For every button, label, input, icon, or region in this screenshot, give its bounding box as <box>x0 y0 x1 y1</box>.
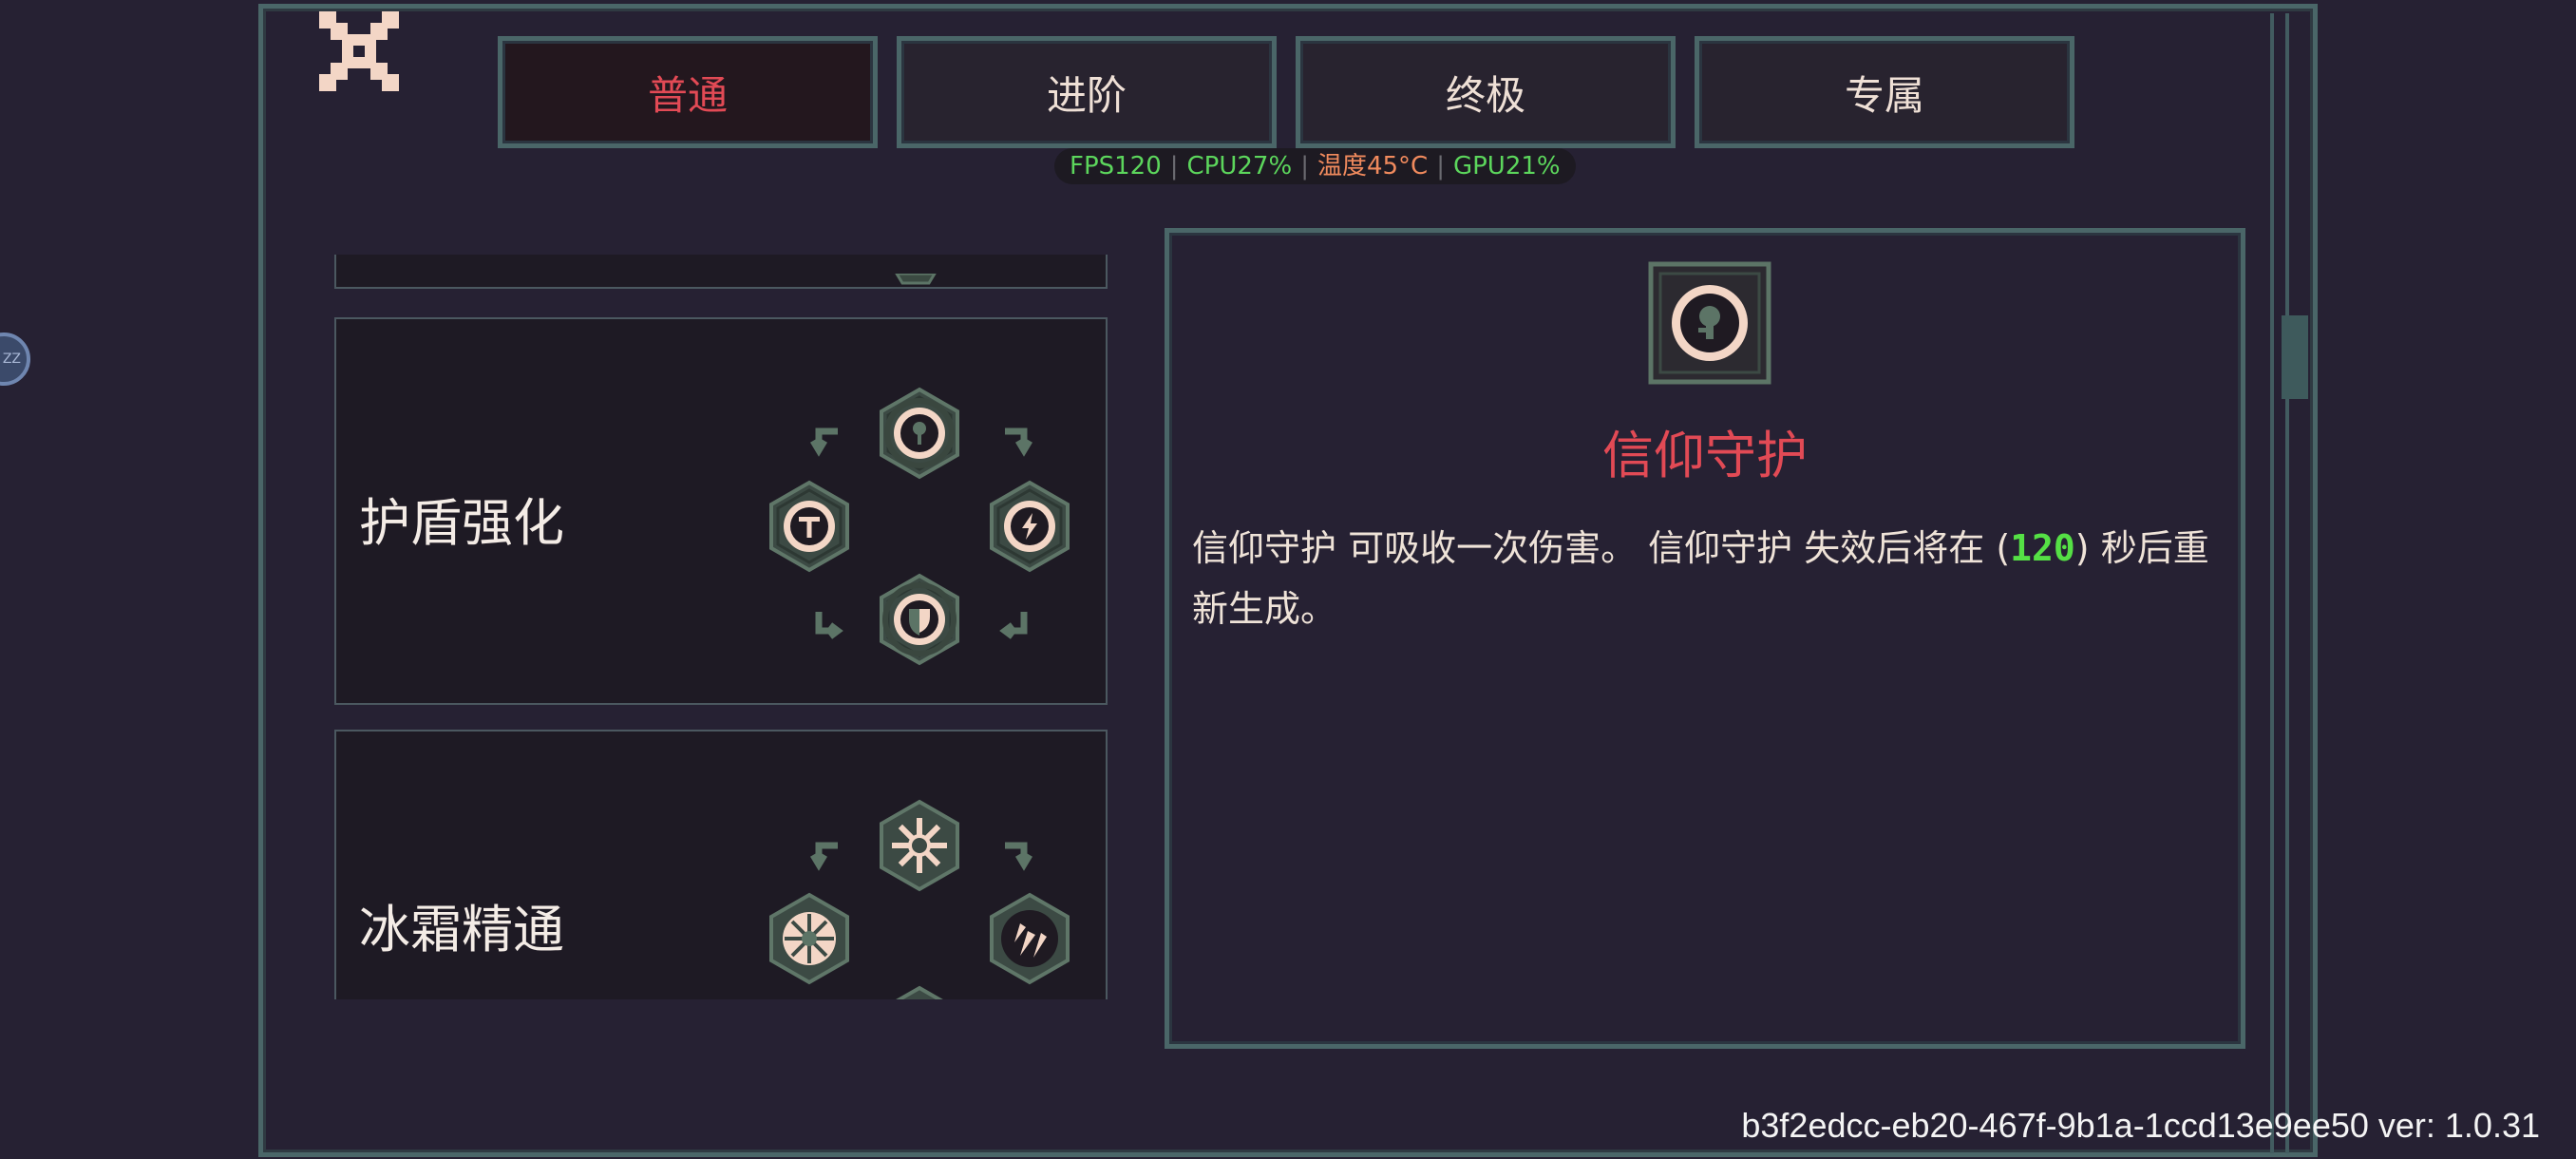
tab-label: 进阶 <box>1046 71 1127 119</box>
performance-overlay: FPS120 | CPU27% | 温度45°C | GPU21% <box>1054 148 1576 184</box>
faith-guard-icon <box>1648 261 1771 385</box>
scroll-track[interactable] <box>2270 13 2289 1153</box>
talent-card-shield[interactable]: 护盾强化 <box>334 317 1108 705</box>
frost-burst-icon[interactable] <box>769 892 849 985</box>
hex-icon-partial <box>895 274 937 285</box>
tab-label: 专属 <box>1844 71 1924 119</box>
tab-label: 普通 <box>647 71 728 119</box>
talent-list[interactable]: 护盾强化 冰霜精通 <box>334 255 1109 999</box>
ice-shard-icon[interactable] <box>990 892 1070 985</box>
temperature-readout: 温度45°C <box>1316 152 1429 180</box>
faith-guard-icon[interactable] <box>880 388 959 479</box>
talent-tree <box>769 388 1070 665</box>
tab-exclusive[interactable]: 专属 <box>1695 36 2074 148</box>
close-button[interactable] <box>319 11 399 91</box>
talent-card-partial[interactable] <box>334 255 1108 289</box>
cooldown-value: 120 <box>2010 527 2075 569</box>
build-version-label: b3f2edcc-eb20-467f-9b1a-1ccd13e9ee50 ver… <box>1741 1106 2540 1145</box>
close-icon <box>319 11 399 91</box>
talent-group-title: 护盾强化 <box>359 493 564 553</box>
talent-card-frost[interactable]: 冰霜精通 <box>334 730 1108 999</box>
cpu-readout: CPU27% <box>1186 152 1293 180</box>
talent-detail-panel: 信仰守护 信仰守护 可吸收一次伤害。 信仰守护 失效后将在 (120) 秒后重新… <box>1165 228 2245 1049</box>
tab-ultimate[interactable]: 终极 <box>1296 36 1676 148</box>
talent-group-title: 冰霜精通 <box>359 900 564 960</box>
sword-icon[interactable] <box>769 481 849 572</box>
snowflake-icon[interactable] <box>880 799 959 892</box>
hex-icon-partial <box>896 985 943 999</box>
tab-normal[interactable]: 普通 <box>498 36 878 148</box>
lightning-icon[interactable] <box>990 481 1070 572</box>
tab-advanced[interactable]: 进阶 <box>897 36 1277 148</box>
gpu-readout: GPU21% <box>1452 152 1561 180</box>
talent-description: 信仰守护 可吸收一次伤害。 信仰守护 失效后将在 (120) 秒后重新生成。 <box>1192 518 2218 639</box>
talent-tree <box>769 799 1070 999</box>
fps-readout: FPS120 <box>1070 152 1162 180</box>
floating-assistant-bubble[interactable]: ZZ <box>0 332 30 386</box>
talent-title: 信仰守护 <box>1602 426 1808 485</box>
description-text: 信仰守护 可吸收一次伤害。 信仰守护 失效后将在 ( <box>1192 527 2011 569</box>
tab-label: 终极 <box>1445 71 1525 119</box>
shield-icon[interactable] <box>880 574 959 665</box>
scroll-thumb[interactable] <box>2282 315 2308 399</box>
